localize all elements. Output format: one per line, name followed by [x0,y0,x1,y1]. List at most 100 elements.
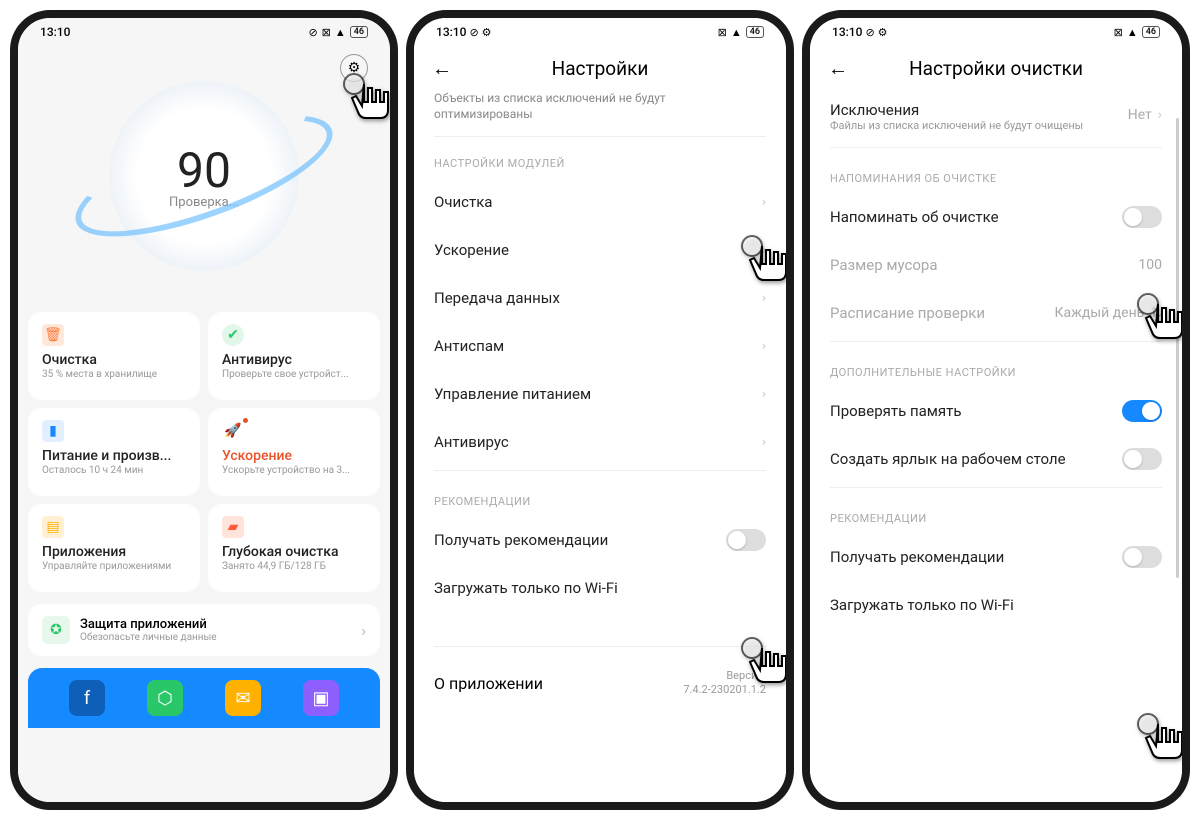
row-get-recs[interactable]: Получать рекомендации [830,533,1162,581]
page-title: Настройки очистки [858,57,1134,80]
row-antispam[interactable]: Антиспам› [434,322,766,370]
phone-security-home: 13:10 ⊘ ⊠ ▲ 46 ⚙ 90 Проверка... 🗑 Очистк… [10,10,398,810]
row-remind-cleanup[interactable]: Напоминать об очистке [830,193,1162,241]
briefcase-icon: ▰ [222,516,244,538]
toggle-recs[interactable] [726,529,766,551]
chevron-right-icon: › [762,194,766,210]
toggle-remind[interactable] [1122,206,1162,228]
row-antivirus[interactable]: Антивирус› [434,418,766,466]
tile-sub: Занято 44,9 ГБ/128 ГБ [222,560,366,573]
banner-title: Защита приложений [80,617,351,632]
tile-deep-clean[interactable]: ▰ Глубокая очистка Занято 44,9 ГБ/128 ГБ [208,504,380,592]
section-extra-label: ДОПОЛНИТЕЛЬНЫЕ НАСТРОЙКИ [830,346,1162,387]
battery-indicator: 46 [1142,26,1160,38]
tile-title: Глубокая очистка [222,544,366,560]
promo-mail-icon[interactable]: ✉ [225,680,261,716]
tile-title: Очистка [42,352,186,368]
score-label: Проверка... [169,195,239,210]
row-cleanup[interactable]: Очистка› [434,178,766,226]
app-protection-banner[interactable]: ✪ Защита приложений Обезопасьте личные д… [28,604,380,656]
promo-gallery-icon[interactable]: ▣ [303,680,339,716]
scrollbar[interactable] [1176,118,1179,578]
tile-battery[interactable]: ▮ Питание и произв... Осталось 10 ч 24 м… [28,408,200,496]
row-check-memory[interactable]: Проверять память [830,387,1162,435]
row-trash-size: Размер мусора100 [830,241,1162,289]
tile-boost[interactable]: 🚀 Ускорение Ускорьте устройство на 3... [208,408,380,496]
status-time: 13:10 [436,25,466,39]
tile-title: Ускорение [222,448,366,464]
phone-cleanup-settings: 13:10 ⊘ ⚙ ⊠ ▲ 46 ← Настройки очистки Иск… [802,10,1190,810]
row-wifi-only[interactable]: Загружать только по Wi-Fi [434,564,766,612]
statusbar: 13:10 ⊘ ⚙ ⊠ ▲ 46 [414,18,786,46]
tile-antivirus[interactable]: ✔ Антивирус Проверьте свое устройст... [208,312,380,400]
toggle-recs[interactable] [1122,546,1162,568]
chevron-right-icon: › [762,386,766,402]
rocket-icon: 🚀 [222,420,244,442]
battery-indicator: 46 [746,26,764,38]
chevron-right-icon: › [361,621,366,640]
tile-sub: Осталось 10 ч 24 мин [42,464,186,477]
dnd-icon: ⊘ [308,26,317,39]
header: ← Настройки очистки [810,46,1182,91]
security-score-area[interactable]: 90 Проверка... [18,46,390,306]
wifi-icon: ▲ [731,26,742,39]
statusbar: 13:10 ⊘ ⚙ ⊠ ▲ 46 [810,18,1182,46]
status-time: 13:10 [40,25,70,39]
no-sim-icon: ⊠ [322,26,331,39]
wifi-icon: ▲ [1127,26,1138,39]
score-value: 90 [177,142,231,199]
dnd-icon: ⊘ [865,26,874,39]
promo-row[interactable]: f ⬡ ✉ ▣ [28,668,380,728]
exclusions-desc-truncated: Объекты из списка исключений не будут оп… [434,91,766,137]
row-wifi-only[interactable]: Загружать только по Wi-Fi [830,581,1162,629]
trash-icon: 🗑 [42,324,64,346]
apps-icon: ▤ [42,516,64,538]
promo-shield-icon[interactable]: ⬡ [147,680,183,716]
promo-facebook-icon[interactable]: f [69,680,105,716]
row-shortcut[interactable]: Создать ярлык на рабочем столе [830,435,1162,483]
check-icon: ✔ [222,324,244,346]
about-label: О приложении [434,674,543,693]
tile-sub: Ускорьте устройство на 3... [222,464,366,477]
no-sim-icon: ⊠ [1114,26,1123,39]
back-button[interactable]: ← [828,56,858,81]
toggle-check-memory[interactable] [1122,400,1162,422]
page-title: Настройки [462,57,738,80]
section-reminders-label: НАПОМИНАНИЯ ОБ ОЧИСТКЕ [830,152,1162,193]
row-get-recs[interactable]: Получать рекомендации [434,516,766,564]
tile-apps[interactable]: ▤ Приложения Управляйте приложениями [28,504,200,592]
no-sim-icon: ⊠ [718,26,727,39]
chevron-right-icon: › [762,434,766,450]
tile-title: Питание и произв... [42,448,186,464]
battery-indicator: 46 [350,26,368,38]
tile-sub: Управляйте приложениями [42,560,186,573]
chevron-right-icon: › [762,242,766,258]
gear-icon: ⚙ [482,26,492,39]
status-time: 13:10 [832,25,862,39]
row-power[interactable]: Управление питанием› [434,370,766,418]
row-boost[interactable]: Ускорение› [434,226,766,274]
tile-cleanup[interactable]: 🗑 Очистка 35 % места в хранилище [28,312,200,400]
shield-icon: ✪ [42,616,70,644]
dnd-icon: ⊘ [469,26,478,39]
phone-settings: 13:10 ⊘ ⚙ ⊠ ▲ 46 ← Настройки Объекты из … [406,10,794,810]
row-about[interactable]: О приложении Версия:7.4.2-230201.1.2 [434,651,766,708]
battery-icon: ▮ [42,420,64,442]
tile-title: Приложения [42,544,186,560]
gear-icon: ⚙ [878,26,888,39]
row-exclusions[interactable]: Исключения Файлы из списка исключений не… [830,91,1162,143]
section-recs-label: РЕКОМЕНДАЦИИ [830,492,1162,533]
tile-title: Антивирус [222,352,366,368]
statusbar: 13:10 ⊘ ⊠ ▲ 46 [18,18,390,46]
feature-tiles: 🗑 Очистка 35 % места в хранилище ✔ Антив… [18,306,390,598]
chevron-right-icon: › [762,338,766,354]
toggle-shortcut[interactable] [1122,448,1162,470]
chevron-right-icon: › [1158,107,1162,123]
section-modules-label: НАСТРОЙКИ МОДУЛЕЙ [434,137,766,178]
back-button[interactable]: ← [432,56,462,81]
header: ← Настройки [414,46,786,91]
banner-sub: Обезопасьте личные данные [80,632,351,643]
row-schedule: Расписание проверкиКаждый день ⇅ [830,289,1162,337]
row-data-transfer[interactable]: Передача данных› [434,274,766,322]
chevron-right-icon: › [762,290,766,306]
